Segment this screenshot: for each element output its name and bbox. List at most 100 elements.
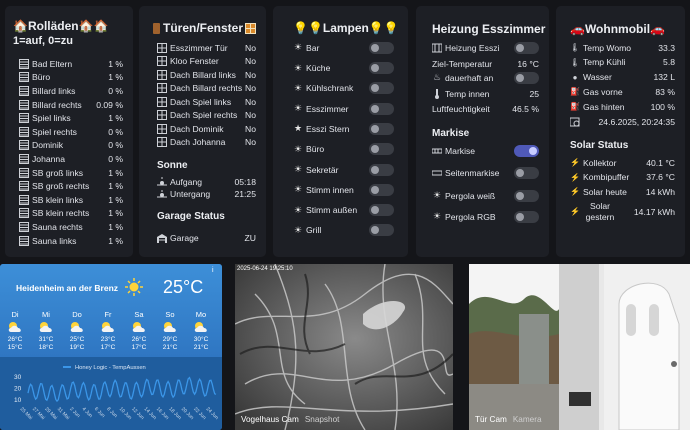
markise-toggle[interactable]: [514, 144, 539, 157]
forecast-high: 23°C: [100, 336, 116, 343]
lamp-row: ☀ Küche: [293, 61, 394, 75]
vogelhaus-cam-kind: Snapshot: [304, 415, 340, 424]
lamp-toggle[interactable]: [369, 183, 394, 196]
tueren-value: No: [245, 56, 256, 67]
womo-date-row: 24.6.2025, 20:24:35: [570, 115, 675, 129]
tuer-cam[interactable]: Tür Cam Kamera: [469, 264, 690, 430]
heat-waves-icon: ♨: [432, 72, 442, 83]
rollladen-row: Johanna 0 %: [19, 152, 123, 166]
womo-value: 5.8: [663, 57, 675, 68]
tueren-label: Dach Johanna: [170, 137, 226, 148]
lamp-toggle[interactable]: [369, 41, 394, 54]
womo-value: 83 %: [655, 86, 675, 97]
forecast-day: So: [165, 310, 175, 319]
tuer-cam-kind: Kamera: [512, 415, 542, 424]
solar-row: ⚡ Solar gestern 14.17 kWh: [570, 200, 675, 224]
forecast-low: 19°C: [69, 344, 85, 351]
solar-value: 37.6 °C: [646, 172, 675, 183]
partly-cloudy-icon: [188, 321, 214, 333]
lamp-toggle[interactable]: [369, 143, 394, 156]
tueren-row: Dach Billard links No: [157, 68, 256, 82]
rollladen-value: 1 %: [108, 58, 123, 69]
weather-temp: 25°C: [163, 277, 204, 297]
vogelhaus-cam-name: Vogelhaus Cam: [241, 415, 299, 424]
x-tick: 27 Mai: [31, 406, 46, 421]
x-tick: 25 Mai: [19, 406, 34, 421]
solar-title: Solar Status: [570, 140, 629, 151]
vogelhaus-cam-label: Vogelhaus Cam Snapshot: [241, 415, 339, 424]
lamp-row: ☀ Bar: [293, 41, 394, 55]
vogelhaus-cam[interactable]: 2025-06-24 19:25:10 Vogelhaus Cam Snapsho…: [235, 264, 453, 430]
lamp-toggle[interactable]: [369, 224, 394, 237]
x-tick: 14 Jun: [143, 406, 158, 421]
temp-chart: Honey Logic - TempAussen 30 20 10 25 Mai 27 M…: [0, 357, 222, 430]
tueren-label: Esszimmer Tür: [170, 42, 228, 53]
pergola-rgb-toggle[interactable]: [514, 210, 539, 223]
rollladen-row: SB groß rechts 1 %: [19, 179, 123, 193]
lamp-toggle[interactable]: [369, 82, 394, 95]
lamp-toggle[interactable]: [369, 204, 394, 217]
rollladen-value: 0 %: [108, 153, 123, 164]
window-icon: [157, 96, 167, 107]
lightbulb-icon: ☀: [293, 143, 303, 154]
lamp-toggle[interactable]: [369, 122, 394, 135]
temp-innen-label: Temp innen: [445, 88, 490, 99]
seiten-row: Seitenmarkise: [432, 166, 539, 180]
rollladen-row: SB klein links 1 %: [19, 193, 123, 207]
radiator-icon: [432, 43, 442, 53]
awning-side-icon: [432, 168, 442, 178]
lamp-label: Esszimmer: [306, 103, 349, 114]
rollladen-label: Sauna rechts: [32, 221, 83, 232]
sunset-icon: [157, 189, 167, 199]
forecast-low: 21°C: [162, 344, 178, 351]
lamp-row: ☀ Stimm innen: [293, 183, 394, 197]
rollladen-title: 🏠Rolläden🏠🏠: [13, 19, 109, 33]
partly-cloudy-icon: [64, 321, 90, 333]
lamp-row: ☀ Sekretär: [293, 163, 394, 177]
pergola-rgb-row: ☀ Pergola RGB: [432, 210, 539, 224]
window-icon: [245, 22, 257, 34]
weather-forecast: Heidenheim an der Brenz 25°C i Di 26°C 15°…: [0, 264, 222, 357]
lamp-toggle[interactable]: [369, 163, 394, 176]
window-icon: [157, 83, 167, 94]
rollladen-value: 0.09 %: [96, 99, 123, 110]
rollladen-value: 0 %: [108, 85, 123, 96]
lamp-label: Stimm innen: [306, 184, 354, 195]
solar-value: 14 kWh: [645, 186, 675, 197]
womo-label: Temp Womo: [583, 42, 632, 53]
womo-label: Temp Kühli: [583, 57, 626, 68]
rollladen-row: SB klein rechts 1 %: [19, 207, 123, 221]
solar-label: Solar gestern: [585, 200, 615, 222]
window-icon: [157, 137, 167, 148]
rollladen-label: Spiel links: [32, 113, 71, 124]
lamp-row: ☀ Büro: [293, 143, 394, 157]
rollladen-row: Bad Eltern 1 %: [19, 57, 123, 71]
rollladen-label: Billard links: [32, 85, 76, 96]
solar-label: Kollektor: [583, 157, 617, 168]
forecast-low: 18°C: [38, 344, 54, 351]
lamp-toggle[interactable]: [369, 102, 394, 115]
heizung-esszi-toggle[interactable]: [514, 41, 539, 54]
tueren-value: No: [245, 83, 256, 94]
temp-innen-value: 25: [529, 88, 539, 99]
garage-title: Garage Status: [157, 211, 225, 222]
rollladen-label: Bad Eltern: [32, 58, 73, 69]
temp-series-line: [27, 376, 217, 403]
dauer-toggle[interactable]: [514, 71, 539, 84]
info-icon[interactable]: i: [212, 267, 214, 274]
lamp-row: ☀ Stimm außen: [293, 203, 394, 217]
shutter-icon: [19, 221, 29, 232]
window-icon: [157, 42, 167, 53]
rollladen-row: SB groß links 1 %: [19, 166, 123, 180]
tueren-row: Dach Dominik No: [157, 122, 256, 136]
womo-row: 🌡 Temp Kühli 5.8: [570, 56, 675, 70]
lamp-label: Stimm außen: [306, 205, 358, 216]
pergola-w-toggle[interactable]: [514, 189, 539, 202]
shutter-icon: [19, 167, 29, 178]
seiten-toggle[interactable]: [514, 166, 539, 179]
lamp-toggle[interactable]: [369, 62, 394, 75]
lamp-label: Büro: [306, 144, 325, 155]
shutter-icon: [19, 181, 29, 192]
pergola-w-label: Pergola weiß: [445, 190, 496, 201]
rollladen-value: 1 %: [108, 221, 123, 232]
